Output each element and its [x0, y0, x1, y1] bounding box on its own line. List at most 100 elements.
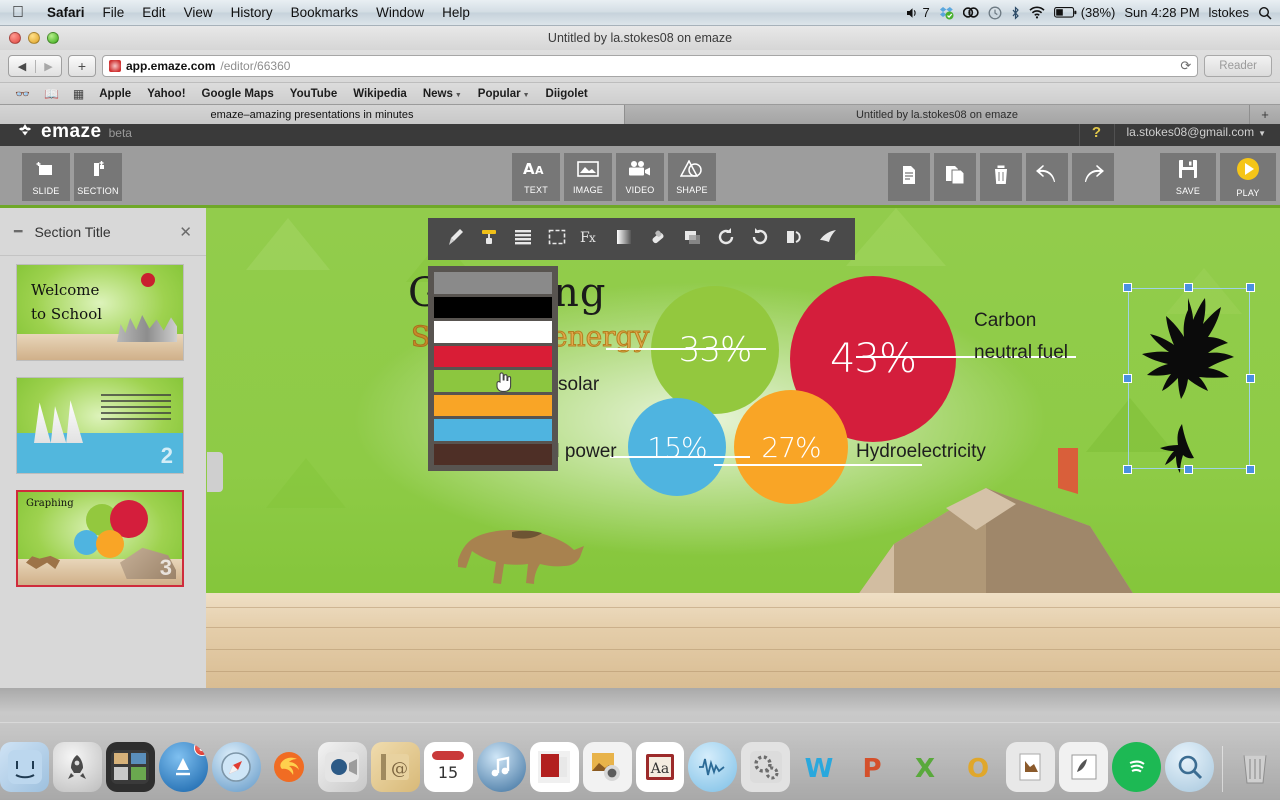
- dock-item-preview[interactable]: [1006, 742, 1056, 792]
- copy-button[interactable]: [888, 153, 930, 201]
- save-button[interactable]: SAVE: [1160, 153, 1216, 201]
- redo-button[interactable]: [1072, 153, 1114, 201]
- emaze-logo[interactable]: emaze beta: [16, 121, 132, 143]
- bubble-wind[interactable]: 15%: [628, 398, 726, 496]
- handle-middle-right[interactable]: [1246, 374, 1255, 383]
- handle-bottom-center[interactable]: [1184, 465, 1193, 474]
- tab-untitled-presentation[interactable]: Untitled by la.stokes08 on emaze: [625, 105, 1250, 124]
- dock-item-firefox[interactable]: [265, 742, 314, 792]
- add-section-button[interactable]: SECTION: [74, 153, 122, 201]
- rotate-left-icon[interactable]: [747, 227, 773, 251]
- new-tab-button[interactable]: +: [68, 55, 96, 77]
- book-icon[interactable]: 📖: [37, 87, 66, 101]
- menu-bar-clock[interactable]: Sun 4:28 PM: [1124, 5, 1199, 20]
- handle-top-left[interactable]: [1123, 283, 1132, 292]
- eraser-icon[interactable]: [645, 227, 671, 251]
- bookmark-apple[interactable]: Apple: [91, 88, 139, 100]
- menu-bar-username[interactable]: lstokes: [1209, 5, 1249, 20]
- add-slide-button[interactable]: SLIDE: [22, 153, 70, 201]
- wifi-icon[interactable]: [1029, 6, 1045, 19]
- dock-item-launchpad[interactable]: [53, 742, 102, 792]
- label-wind-power[interactable]: d power: [549, 441, 617, 463]
- crop-icon[interactable]: [544, 228, 570, 250]
- clock-icon[interactable]: [988, 6, 1002, 20]
- swatch-black[interactable]: [434, 296, 552, 318]
- swatch-transparent[interactable]: [434, 272, 552, 294]
- grid-icon[interactable]: ▦: [66, 87, 91, 101]
- zoom-window-button[interactable]: [47, 32, 59, 44]
- handle-bottom-right[interactable]: [1246, 465, 1255, 474]
- battery-icon[interactable]: (38%): [1053, 5, 1115, 20]
- menu-item-edit[interactable]: Edit: [133, 5, 174, 20]
- menu-item-safari[interactable]: Safari: [38, 5, 94, 20]
- duplicate-button[interactable]: [934, 153, 976, 201]
- close-icon[interactable]: ✕: [179, 223, 192, 241]
- handle-bottom-left[interactable]: [1123, 465, 1132, 474]
- gradient-icon[interactable]: [611, 228, 637, 250]
- creative-cloud-icon[interactable]: [962, 6, 979, 19]
- menu-item-history[interactable]: History: [222, 5, 282, 20]
- slide-thumbnail-3[interactable]: Graphing 3: [16, 490, 184, 587]
- apple-icon[interactable]: : [12, 4, 24, 21]
- swatch-green[interactable]: [434, 370, 552, 392]
- label-carbon-line2[interactable]: neutral fuel: [974, 342, 1068, 364]
- swatch-blue[interactable]: [434, 419, 552, 441]
- window-controls[interactable]: [9, 32, 59, 44]
- bluetooth-icon[interactable]: [1011, 5, 1020, 20]
- bookmark-wikipedia[interactable]: Wikipedia: [345, 88, 415, 100]
- bookmark-youtube[interactable]: YouTube: [282, 88, 345, 100]
- dock-item-facetime[interactable]: [317, 742, 367, 792]
- handle-top-center[interactable]: [1184, 283, 1193, 292]
- bubble-hydro[interactable]: 27%: [734, 390, 848, 504]
- slide-thumbnail-1[interactable]: Welcome to School: [16, 264, 184, 361]
- delete-button[interactable]: [980, 153, 1022, 201]
- paint-roller-icon[interactable]: [476, 227, 502, 251]
- play-button[interactable]: PLAY: [1220, 153, 1276, 201]
- dock-item-mission-control[interactable]: [105, 742, 155, 792]
- minimize-window-button[interactable]: [28, 32, 40, 44]
- dock-item-app-store[interactable]: 3: [158, 742, 208, 792]
- dock-item-outlook[interactable]: O: [953, 742, 1002, 792]
- dock-item-audacity[interactable]: [688, 742, 738, 792]
- bookmark-google-maps[interactable]: Google Maps: [194, 88, 282, 100]
- insert-text-button[interactable]: AA TEXT: [512, 153, 560, 201]
- dock-item-stamp-mail[interactable]: [1059, 742, 1109, 792]
- insert-video-button[interactable]: VIDEO: [616, 153, 664, 201]
- dock-item-trash[interactable]: [1231, 742, 1280, 792]
- dock-item-excel[interactable]: X: [900, 742, 949, 792]
- handle-middle-left[interactable]: [1123, 374, 1132, 383]
- bubble-solar[interactable]: 33%: [651, 286, 779, 414]
- color-palette-dropdown[interactable]: [428, 266, 558, 471]
- handle-top-right[interactable]: [1246, 283, 1255, 292]
- reload-icon[interactable]: ⟳: [1180, 58, 1191, 74]
- minus-icon[interactable]: ━: [14, 223, 22, 240]
- menu-item-view[interactable]: View: [175, 5, 222, 20]
- account-menu[interactable]: la.stokes08@gmail.com ▼: [1115, 125, 1280, 139]
- swatch-brown[interactable]: [434, 443, 552, 465]
- label-solar[interactable]: solar: [558, 374, 599, 396]
- bookmark-popular[interactable]: Popular ▼: [470, 88, 538, 100]
- section-title[interactable]: Section Title: [34, 224, 110, 240]
- dog-silhouette[interactable]: [446, 488, 606, 588]
- slide-thumbnail-2[interactable]: 2: [16, 377, 184, 474]
- rotate-right-icon[interactable]: [713, 227, 739, 251]
- menu-item-bookmarks[interactable]: Bookmarks: [282, 5, 368, 20]
- close-window-button[interactable]: [9, 32, 21, 44]
- lines-icon[interactable]: [510, 228, 536, 250]
- reader-button[interactable]: Reader: [1204, 55, 1272, 77]
- tab-emaze-home[interactable]: emaze–amazing presentations in minutes: [0, 105, 625, 124]
- back-arrow-icon[interactable]: ◀: [9, 60, 35, 73]
- bookmark-news[interactable]: News ▼: [415, 88, 470, 100]
- dock-item-imovie[interactable]: [529, 742, 579, 792]
- menu-item-window[interactable]: Window: [367, 5, 433, 20]
- brush-icon[interactable]: [442, 227, 468, 251]
- swatch-white[interactable]: [434, 321, 552, 343]
- swatch-orange[interactable]: [434, 394, 552, 416]
- dock-item-safari[interactable]: [211, 742, 261, 792]
- insert-shape-button[interactable]: SHAPE: [668, 153, 716, 201]
- address-bar[interactable]: app.emaze.com /editor/66360 ⟳: [102, 55, 1199, 77]
- forward-arrow-icon[interactable]: ▶: [35, 59, 61, 73]
- dock-item-calendar[interactable]: 15: [423, 742, 473, 792]
- add-tab-button[interactable]: +: [1250, 105, 1280, 124]
- bookmark-diigolet[interactable]: Diigolet: [538, 88, 596, 100]
